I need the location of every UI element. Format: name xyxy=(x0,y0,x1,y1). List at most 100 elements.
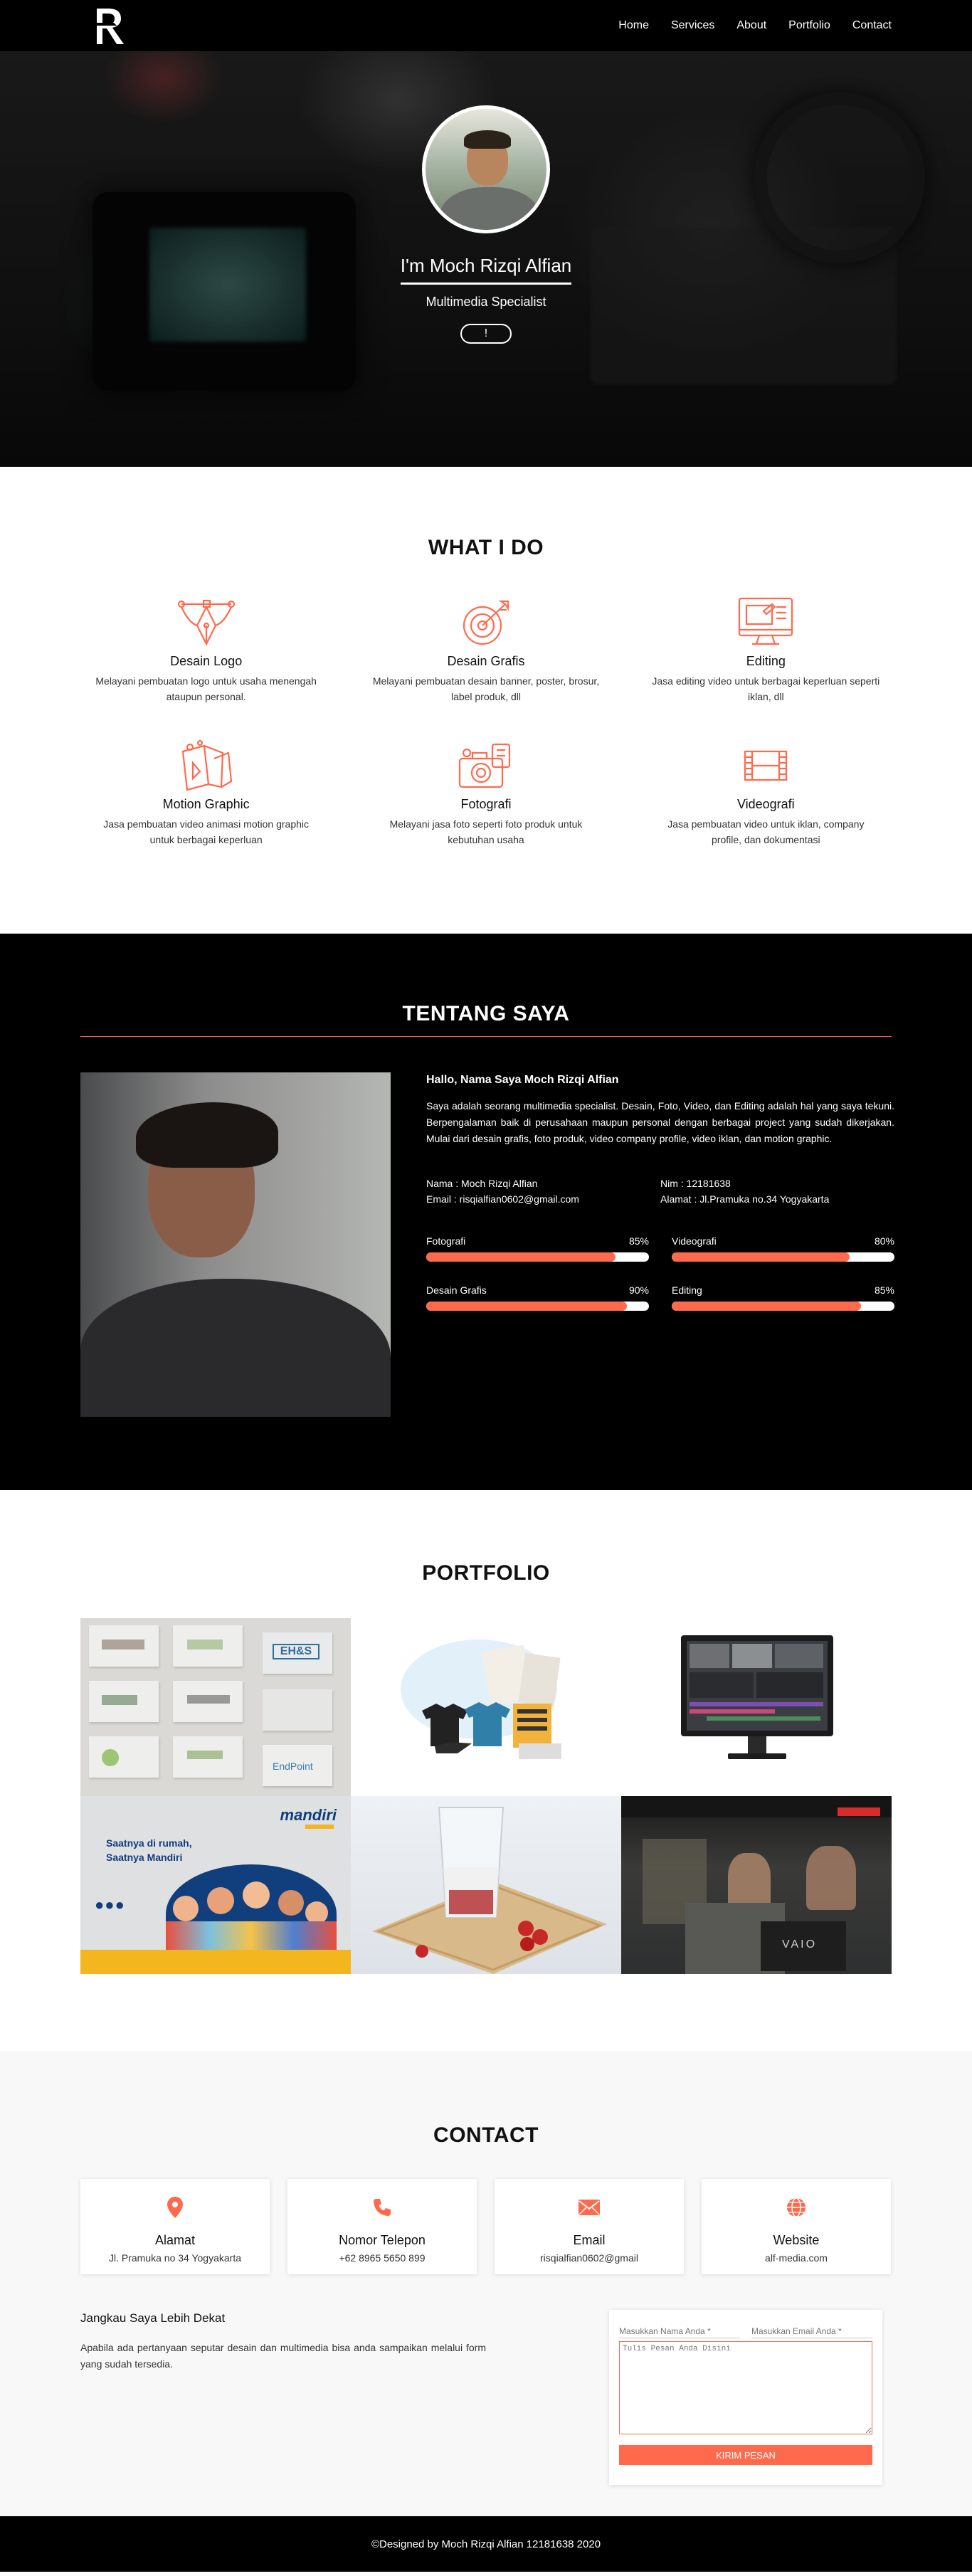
mandiri-caption-line2: Saatnya Mandiri xyxy=(106,1852,183,1863)
pen-tool-icon xyxy=(174,594,238,651)
skill-editing: Editing 85% xyxy=(672,1284,894,1311)
service-description: Melayani jasa foto seperti foto produk u… xyxy=(389,818,583,845)
hero-role: Multimedia Specialist xyxy=(426,295,546,309)
services-title: WHAT I DO xyxy=(428,536,544,559)
skill-percent: 85% xyxy=(874,1284,894,1296)
reach-text: Apabila ada pertanyaan seputar desain da… xyxy=(80,2342,486,2370)
skill-desain-grafis: Desain Grafis 90% xyxy=(426,1284,649,1311)
skill-progress-bar xyxy=(672,1302,894,1311)
service-description: Melayani pembuatan logo untuk usaha mene… xyxy=(95,675,317,702)
skill-percent: 85% xyxy=(628,1235,649,1247)
service-description: Jasa pembuatan video untuk iklan, compan… xyxy=(667,818,865,845)
skill-name: Desain Grafis xyxy=(426,1284,487,1296)
contact-card-value: risqialfian0602@gmail xyxy=(540,2252,638,2264)
message-textarea[interactable] xyxy=(619,2341,872,2434)
scroll-down-button[interactable]: ! xyxy=(460,324,512,344)
skill-fotografi: Fotografi 85% xyxy=(426,1235,649,1262)
service-card-editing: Editing Jasa editing video untuk berbaga… xyxy=(626,594,906,704)
contact-card-title: Email xyxy=(573,2233,606,2247)
contact-card-email: Email risqialfian0602@gmail xyxy=(495,2179,684,2274)
contact-card-alamat: Alamat Jl. Pramuka no 34 Yogyakarta xyxy=(80,2179,270,2274)
skill-percent: 90% xyxy=(628,1284,649,1296)
service-description: Jasa pembuatan video animasi motion grap… xyxy=(103,818,310,845)
skill-progress-bar xyxy=(426,1302,649,1311)
film-strip-icon xyxy=(734,737,798,794)
about-title: TENTANG SAYA xyxy=(402,1002,570,1025)
service-title: Editing xyxy=(746,654,786,668)
skill-videografi: Videografi 80% xyxy=(672,1235,894,1262)
nav-link-home[interactable]: Home xyxy=(618,19,649,32)
about-divider xyxy=(80,1036,892,1037)
nav-link-services[interactable]: Services xyxy=(671,19,714,32)
contact-title: CONTACT xyxy=(433,2123,539,2147)
reach-title: Jangkau Saya Lebih Dekat xyxy=(80,2311,226,2325)
contact-form: KIRIM PESAN xyxy=(609,2310,882,2485)
portfolio-item-logo-collection[interactable]: EH&S EndPoint xyxy=(80,1618,351,1796)
globe-icon xyxy=(702,2196,891,2219)
service-title: Motion Graphic xyxy=(162,797,250,811)
camera-icon xyxy=(454,737,518,794)
service-description: Jasa editing video untuk berbagai keperl… xyxy=(652,675,880,702)
skill-name: Editing xyxy=(672,1284,702,1296)
footer: ©Designed by Moch Rizqi Alfian 12181638 … xyxy=(0,2516,972,2572)
footer-text: ©Designed by Moch Rizqi Alfian 12181638 … xyxy=(371,2538,601,2550)
logo-label-ehs: EH&S xyxy=(273,1644,319,1659)
phone-icon xyxy=(287,2196,477,2219)
portfolio-item-office-video-shoot[interactable]: VAIO xyxy=(621,1796,892,1974)
service-title: Desain Logo xyxy=(170,654,243,668)
contact-card-value: +62 8965 5650 899 xyxy=(339,2252,426,2264)
service-card-motion-graphic: Motion Graphic Jasa pembuatan video anim… xyxy=(66,737,346,848)
portfolio-section: PORTFOLIO EH&S EndPoint mandiri Saatnya … xyxy=(0,1490,972,2051)
nav-link-portfolio[interactable]: Portfolio xyxy=(788,19,830,32)
hero-name: I'm Moch Rizqi Alfian xyxy=(400,255,572,285)
about-heading: Hallo, Nama Saya Moch Rizqi Alfian xyxy=(426,1074,619,1086)
contact-card-website: Website alf-media.com xyxy=(702,2179,891,2274)
info-nama: Nama : Moch Rizqi Alfian xyxy=(426,1178,538,1189)
skill-name: Fotografi xyxy=(426,1235,466,1247)
services-section: WHAT I DO Desain Logo Melayani pembuatan… xyxy=(0,467,972,934)
top-navbar: Home Services About Portfolio Contact xyxy=(0,0,972,51)
contact-section: CONTACT Alamat Jl. Pramuka no 34 Yogyaka… xyxy=(0,2051,972,2516)
target-icon xyxy=(454,594,518,651)
email-input[interactable] xyxy=(751,2324,872,2338)
mandiri-brand: mandiri xyxy=(280,1806,337,1824)
about-section: TENTANG SAYA Hallo, Nama Saya Moch Rizqi… xyxy=(0,934,972,1490)
submit-button[interactable]: KIRIM PESAN xyxy=(619,2445,872,2465)
nav-link-contact[interactable]: Contact xyxy=(852,19,892,32)
skill-name: Videografi xyxy=(672,1235,717,1247)
contact-card-value: alf-media.com xyxy=(765,2252,828,2264)
skill-percent: 80% xyxy=(874,1235,894,1247)
hero-section: Home Services About Portfolio Contact I'… xyxy=(0,0,972,467)
skills-list: Fotografi 85% Videografi 80% Desain Grafis… xyxy=(426,1235,894,1311)
service-card-fotografi: Fotografi Melayani jasa foto seperti fot… xyxy=(346,737,625,848)
info-nim: Nim : 12181638 xyxy=(660,1178,731,1189)
skill-progress-bar xyxy=(426,1252,649,1262)
portfolio-item-mandiri-ad[interactable]: mandiri Saatnya di rumah, Saatnya Mandir… xyxy=(80,1796,351,1974)
logo-label-endpoint: EndPoint xyxy=(273,1761,313,1772)
laptop-brand-label: VAIO xyxy=(782,1938,818,1951)
portfolio-item-product-photo-drink[interactable] xyxy=(351,1796,621,1974)
personal-info: Nama : Moch Rizqi Alfian Email : risqial… xyxy=(426,1176,894,1207)
about-photo xyxy=(80,1072,391,1417)
service-card-videografi: Videografi Jasa pembuatan video untuk ik… xyxy=(626,737,906,848)
service-card-desain-grafis: Desain Grafis Melayani pembuatan desain … xyxy=(346,594,625,704)
service-card-desain-logo: Desain Logo Melayani pembuatan logo untu… xyxy=(66,594,346,704)
portfolio-title: PORTFOLIO xyxy=(422,1561,550,1585)
service-title: Videografi xyxy=(736,797,795,811)
info-email: Email : risqialfian0602@gmail.com xyxy=(426,1193,579,1205)
info-alamat: Alamat : Jl.Pramuka no.34 Yogyakarta xyxy=(660,1193,830,1205)
site-logo[interactable] xyxy=(93,4,130,47)
portfolio-item-video-editing-monitor[interactable] xyxy=(621,1618,892,1796)
contact-card-title: Nomor Telepon xyxy=(339,2233,426,2247)
about-description: Saya adalah seorang multimedia specialis… xyxy=(426,1100,894,1144)
mandiri-caption-line1: Saatnya di rumah, xyxy=(106,1837,192,1849)
skill-progress-bar xyxy=(672,1252,894,1262)
monitor-edit-icon xyxy=(734,594,798,651)
profile-avatar xyxy=(422,105,550,233)
contact-card-title: Website xyxy=(773,2233,820,2247)
service-title: Fotografi xyxy=(460,797,512,811)
nav-link-about[interactable]: About xyxy=(736,19,766,32)
service-description: Melayani pembuatan desain banner, poster… xyxy=(372,675,600,702)
portfolio-item-merchandise-design[interactable] xyxy=(351,1618,621,1796)
name-input[interactable] xyxy=(619,2324,740,2338)
